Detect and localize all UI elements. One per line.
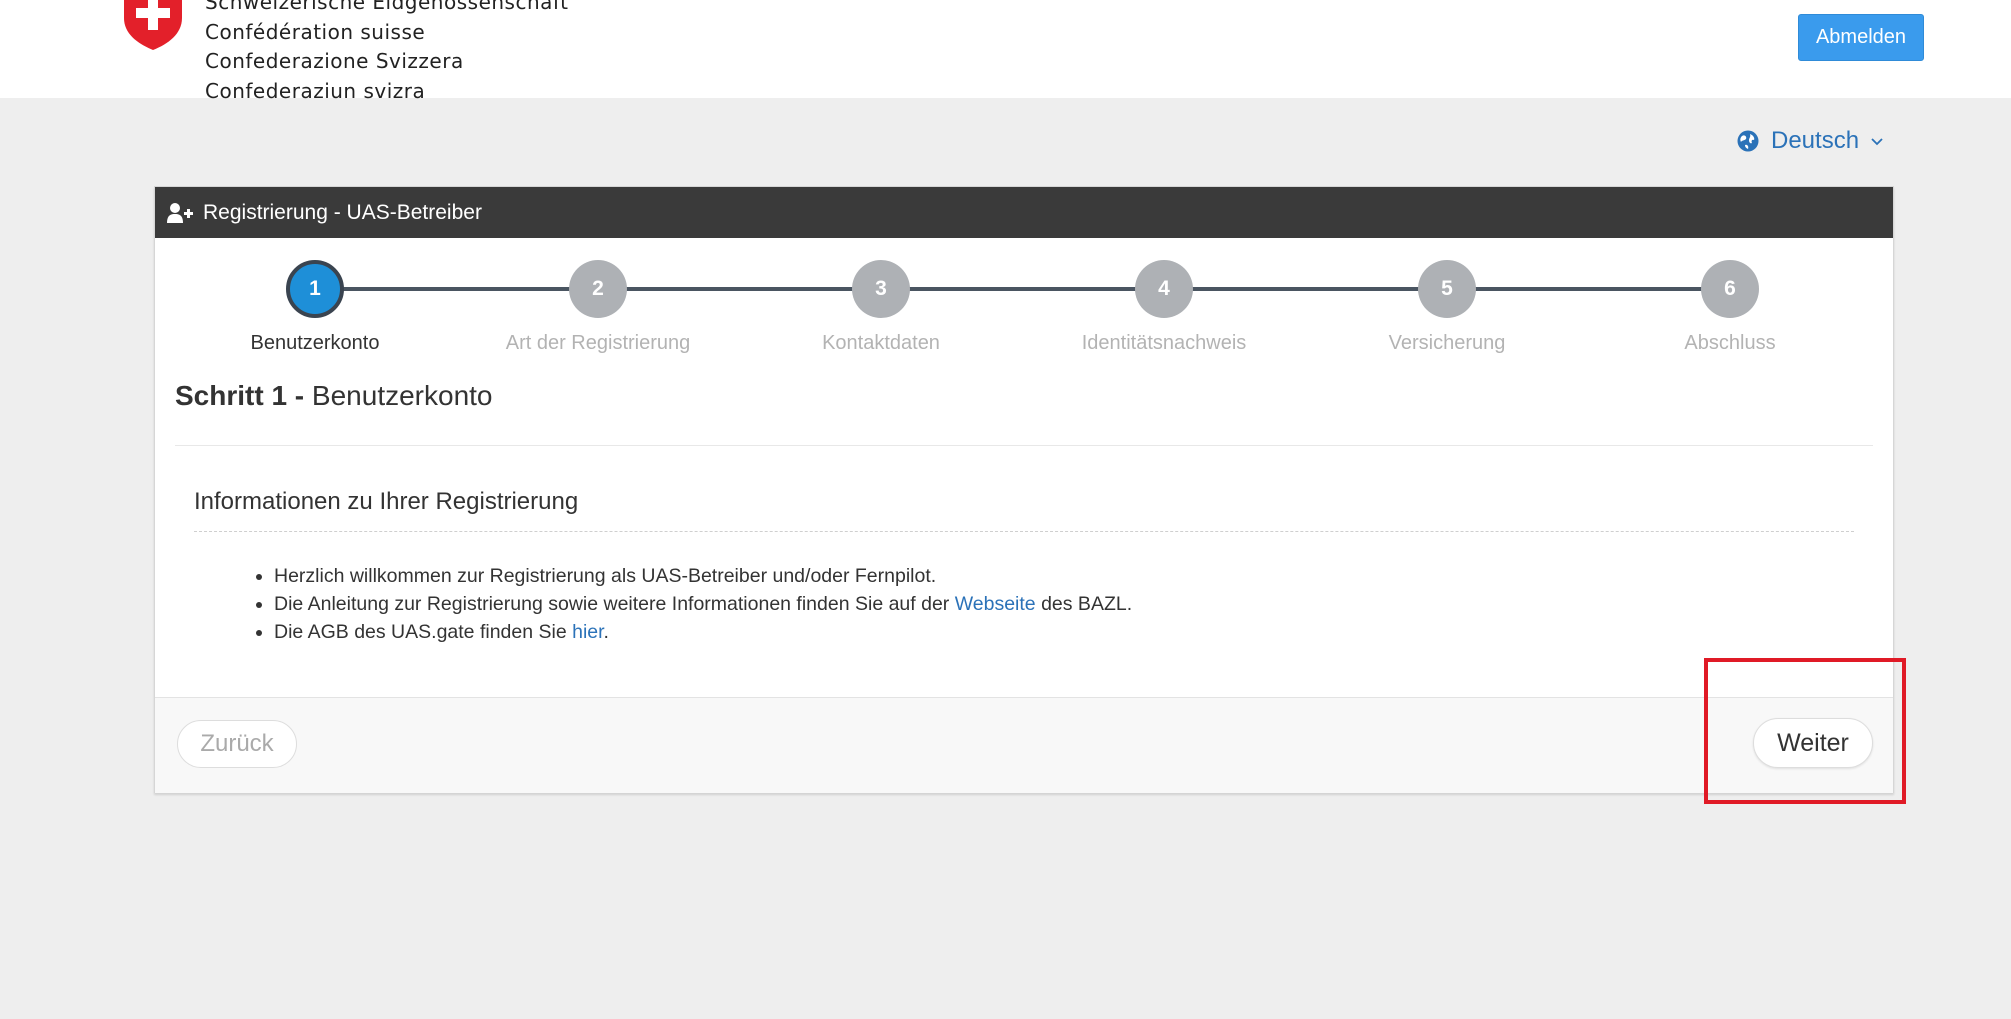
- info-list: Herzlich willkommen zur Registrierung al…: [236, 562, 1132, 646]
- registration-page: Schweizerische Eidgenossenschaft Confédé…: [0, 0, 2011, 1019]
- info-text-welcome: Herzlich willkommen zur Registrierung al…: [274, 565, 937, 587]
- confederation-line-de: Schweizerische Eidgenossenschaft: [205, 0, 569, 14]
- step-1-label: Benutzerkonto: [250, 332, 380, 354]
- step-6-label: Abschluss: [1684, 332, 1776, 354]
- panel-title: Registrierung - UAS-Betreiber: [203, 200, 482, 224]
- list-item: Die Anleitung zur Registrierung sowie we…: [274, 590, 1132, 618]
- step-4-label: Identitätsnachweis: [1081, 332, 1247, 354]
- info-text-guide: Die Anleitung zur Registrierung sowie we…: [274, 593, 955, 615]
- chevron-down-icon: [1871, 138, 1883, 146]
- next-button[interactable]: Weiter: [1753, 718, 1873, 768]
- step-3-label: Kontaktdaten: [822, 332, 940, 354]
- confederation-line-it: Confederazione Svizzera: [205, 49, 464, 73]
- globe-icon: [1737, 130, 1759, 152]
- step-6-circle[interactable]: 6: [1701, 260, 1759, 318]
- step-4-circle[interactable]: 4: [1135, 260, 1193, 318]
- list-item: Herzlich willkommen zur Registrierung al…: [274, 562, 1132, 590]
- step-2-circle[interactable]: 2: [569, 260, 627, 318]
- swiss-coat-of-arms-icon: [124, 0, 182, 50]
- step-heading-separator: -: [287, 380, 312, 411]
- step-3-circle[interactable]: 3: [852, 260, 910, 318]
- agb-link[interactable]: hier: [572, 621, 603, 643]
- step-5-label: Versicherung: [1388, 332, 1506, 354]
- stepper-line: [315, 287, 1730, 291]
- info-text-end: .: [603, 621, 609, 643]
- step-5-circle[interactable]: 5: [1418, 260, 1476, 318]
- language-selector[interactable]: Deutsch: [1737, 126, 1883, 156]
- back-button[interactable]: Zurück: [177, 720, 297, 768]
- info-text-agb: Die AGB des UAS.gate finden Sie: [274, 621, 573, 643]
- section-title: Informationen zu Ihrer Registrierung: [194, 488, 579, 515]
- webseite-link[interactable]: Webseite: [955, 593, 1036, 615]
- logout-button[interactable]: Abmelden: [1798, 14, 1924, 61]
- list-item: Die AGB des UAS.gate finden Sie hier.: [274, 618, 1132, 646]
- add-user-icon: [167, 202, 193, 223]
- confederation-line-fr: Confédération suisse: [205, 19, 426, 44]
- panel-header: Registrierung - UAS-Betreiber: [155, 187, 1893, 238]
- step-heading-name: Benutzerkonto: [311, 380, 493, 411]
- dashed-divider: [194, 531, 1854, 532]
- language-label: Deutsch: [1771, 127, 1860, 154]
- step-1-circle[interactable]: 1: [286, 260, 344, 318]
- info-text-bazl: des BAZL.: [1035, 593, 1133, 615]
- confederation-name: Schweizerische Eidgenossenschaft Confédé…: [205, 0, 568, 106]
- step-heading-number: Schritt 1: [175, 380, 288, 411]
- step-2-label: Art der Registrierung: [505, 332, 691, 354]
- divider: [175, 445, 1873, 446]
- step-heading: Schritt 1 - Benutzerkonto: [175, 380, 493, 412]
- site-header: Schweizerische Eidgenossenschaft Confédé…: [0, 0, 2011, 103]
- panel-footer: Zurück Weiter: [155, 697, 1893, 793]
- confederation-line-rm: Confederaziun svizra: [205, 78, 426, 103]
